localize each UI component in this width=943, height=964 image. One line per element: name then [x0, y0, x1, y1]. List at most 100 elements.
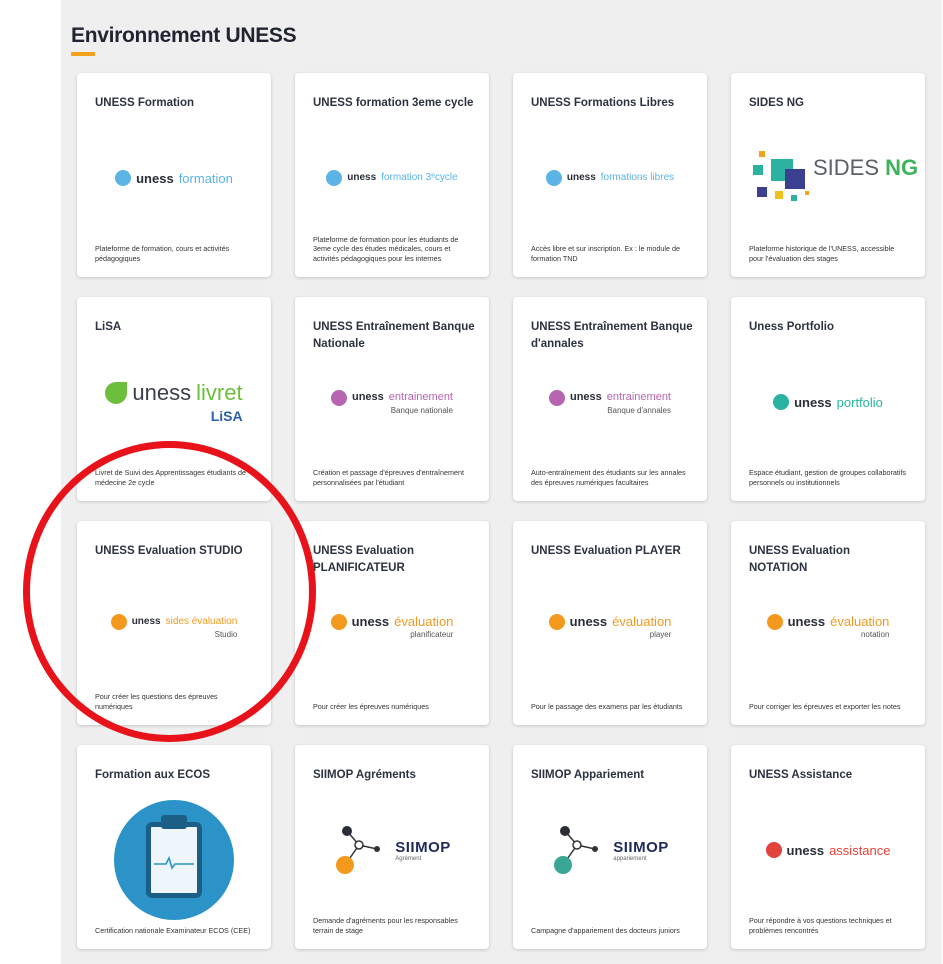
logo-word-a: SIIMOP	[613, 838, 669, 856]
card-logo: uness formations libres	[527, 143, 693, 213]
app-card-uness-entrainement-banque-d-annales[interactable]: UNESS Entraînement Banque d'annales uness…	[513, 297, 707, 501]
card-logo: uness évaluation notation	[745, 591, 911, 661]
logo-word-a: uness	[136, 170, 174, 186]
app-grid: UNESS Formation uness formation Plateforme …	[77, 73, 925, 949]
card-logo: uness formation 3ᵉcycle	[309, 143, 475, 213]
logo-word-b: livret	[196, 380, 243, 405]
card-logo: uness portfolio	[745, 367, 911, 437]
section-title: Environnement UNESS	[71, 24, 297, 47]
card-description: Demande d'agréments pour les responsable…	[313, 916, 458, 935]
logo-word-a: uness	[132, 380, 192, 405]
uness-drop-icon	[330, 613, 347, 630]
app-card-uness-formation-3eme-cycle[interactable]: UNESS formation 3eme cycle uness formation…	[295, 73, 489, 277]
logo-word-b: évaluation	[612, 614, 672, 629]
logo-word-a: SIIMOP	[395, 838, 451, 856]
logo-word-b: sides évaluation	[165, 615, 238, 627]
logo-sub: appariement	[613, 855, 647, 862]
card-title: SIIMOP Appariement	[531, 769, 645, 781]
app-card-uness-formation[interactable]: UNESS Formation uness formation Plateforme …	[77, 73, 271, 277]
logo-word-b: entrainement	[606, 391, 671, 403]
logo-word-a: SIDES	[813, 155, 880, 180]
card-title: UNESS Evaluation PLANIFICATEUR	[313, 545, 414, 574]
app-card-uness-evaluation-player[interactable]: UNESS Evaluation PLAYER uness évaluation pl…	[513, 521, 707, 725]
logo-word-b: formation 3ᵉcycle	[381, 172, 458, 183]
card-logo: SIIMOP appariement	[527, 815, 693, 885]
card-title: UNESS Entraînement Banque Nationale	[313, 321, 475, 350]
card-logo: SIIMOP Agrément	[309, 815, 475, 885]
card-title: SIIMOP Agréments	[313, 769, 416, 781]
card-description: Pour créer les questions des épreuves nu…	[95, 692, 218, 711]
card-title: UNESS Evaluation PLAYER	[531, 545, 681, 557]
card-description: Pour répondre à vos questions techniques…	[749, 916, 892, 935]
card-title: UNESS Entraînement Banque d'annales	[531, 321, 693, 350]
uness-drop-icon	[773, 394, 790, 410]
app-card-siimop-appariement[interactable]: SIIMOP Appariement SIIMOP appariement Campa…	[513, 745, 707, 949]
uness-drop-icon	[548, 389, 565, 406]
card-description: Pour le passage des examens par les étud…	[531, 701, 683, 711]
logo-sub: LiSA	[210, 408, 243, 424]
logo-sub: notation	[860, 629, 890, 639]
app-card-sides-ng[interactable]: SIDES NG SIDES NG Plateforme historique de…	[731, 73, 925, 277]
logo-word-a: uness	[566, 172, 596, 183]
card-logo: uness sides évaluation Studio	[91, 591, 257, 661]
logo-sub: Studio	[214, 629, 238, 639]
card-title: UNESS Formations Libres	[531, 97, 675, 109]
app-card-uness-portfolio[interactable]: Uness Portfolio uness portfolio Espace étud…	[731, 297, 925, 501]
app-card-uness-assistance[interactable]: UNESS Assistance uness assistance Pour répo…	[731, 745, 925, 949]
card-logo: uness évaluation planificateur	[309, 591, 475, 661]
logo-sub: Agrément	[395, 855, 422, 862]
app-card-uness-evaluation-planificateur[interactable]: UNESS Evaluation PLANIFICATEUR uness évalu…	[295, 521, 489, 725]
logo-word-a: uness	[569, 391, 602, 403]
logo-sub: player	[649, 629, 672, 639]
card-title: UNESS Formation	[95, 97, 195, 109]
app-card-lisa[interactable]: LiSA uness livret LiSA Livret de Suivi des A…	[77, 297, 271, 501]
card-description: Création et passage d'épreuves d'entraîn…	[313, 468, 464, 487]
card-description: Plateforme de formation, cours et activi…	[95, 244, 230, 263]
app-card-siimop-agrements[interactable]: SIIMOP Agréments SIIMOP Agrément Demande d'…	[295, 745, 489, 949]
app-card-uness-evaluation-notation[interactable]: UNESS Evaluation NOTATION uness évaluation…	[731, 521, 925, 725]
logo-word-a: uness	[569, 614, 608, 629]
card-logo: uness entrainement Banque nationale	[309, 367, 475, 437]
card-logo	[91, 785, 257, 920]
uness-drop-icon	[110, 613, 127, 630]
leaf-icon	[105, 382, 128, 404]
card-description: Plateforme historique de l'UNESS, access…	[749, 244, 895, 263]
card-logo: uness entrainement Banque d'annales	[527, 367, 693, 437]
card-description: Auto-entraînement des étudiants sur les …	[531, 468, 686, 487]
card-description: Livret de Suivi des Apprentissages étudi…	[95, 468, 247, 487]
card-title: LiSA	[95, 321, 122, 333]
logo-word-a: uness	[794, 394, 832, 410]
logo-word-b: formation	[178, 170, 233, 186]
logo-word-a: uness	[347, 172, 377, 183]
card-title: UNESS Evaluation NOTATION	[749, 545, 850, 574]
logo-word-b: assistance	[829, 842, 891, 858]
app-card-uness-evaluation-studio[interactable]: UNESS Evaluation STUDIO uness sides évalua…	[77, 521, 271, 725]
app-card-uness-entrainement-banque-nationale[interactable]: UNESS Entraînement Banque Nationale uness…	[295, 297, 489, 501]
logo-word-a: uness	[351, 391, 384, 403]
sides-squares-icon: SIDES NG	[753, 143, 918, 213]
logo-word-a: uness	[131, 615, 161, 627]
card-logo: uness formation	[91, 143, 257, 213]
card-logo: uness assistance	[745, 815, 911, 885]
logo-word-b: portfolio	[836, 394, 883, 410]
uness-drop-icon	[115, 170, 132, 186]
card-description: Campagne d'appariement des docteurs juni…	[531, 925, 680, 935]
logo-word-b: NG	[885, 155, 919, 180]
card-title: Formation aux ECOS	[95, 769, 211, 781]
card-title: UNESS formation 3eme cycle	[313, 97, 474, 109]
logo-sub: Banque nationale	[390, 405, 453, 415]
logo-word-b: évaluation	[830, 614, 890, 629]
card-description: Accès libre et sur inscription. Ex : le …	[531, 244, 681, 263]
card-logo: uness évaluation player	[527, 591, 693, 661]
card-description: Pour créer les épreuves numériques	[313, 701, 429, 711]
app-card-uness-formations-libres[interactable]: UNESS Formations Libres uness formations l…	[513, 73, 707, 277]
app-card-formation-aux-ecos[interactable]: Formation aux ECOS Certification national…	[77, 745, 271, 949]
logo-sub: Banque d'annales	[607, 405, 671, 415]
card-description: Espace étudiant, gestion de groupes coll…	[749, 468, 907, 487]
card-title: Uness Portfolio	[749, 321, 834, 333]
network-nodes-icon	[554, 826, 599, 874]
card-logo: SIDES NG	[745, 143, 918, 213]
logo-word-b: formations libres	[600, 172, 675, 183]
logo-word-a: uness	[786, 842, 825, 858]
uness-drop-icon	[548, 613, 565, 630]
